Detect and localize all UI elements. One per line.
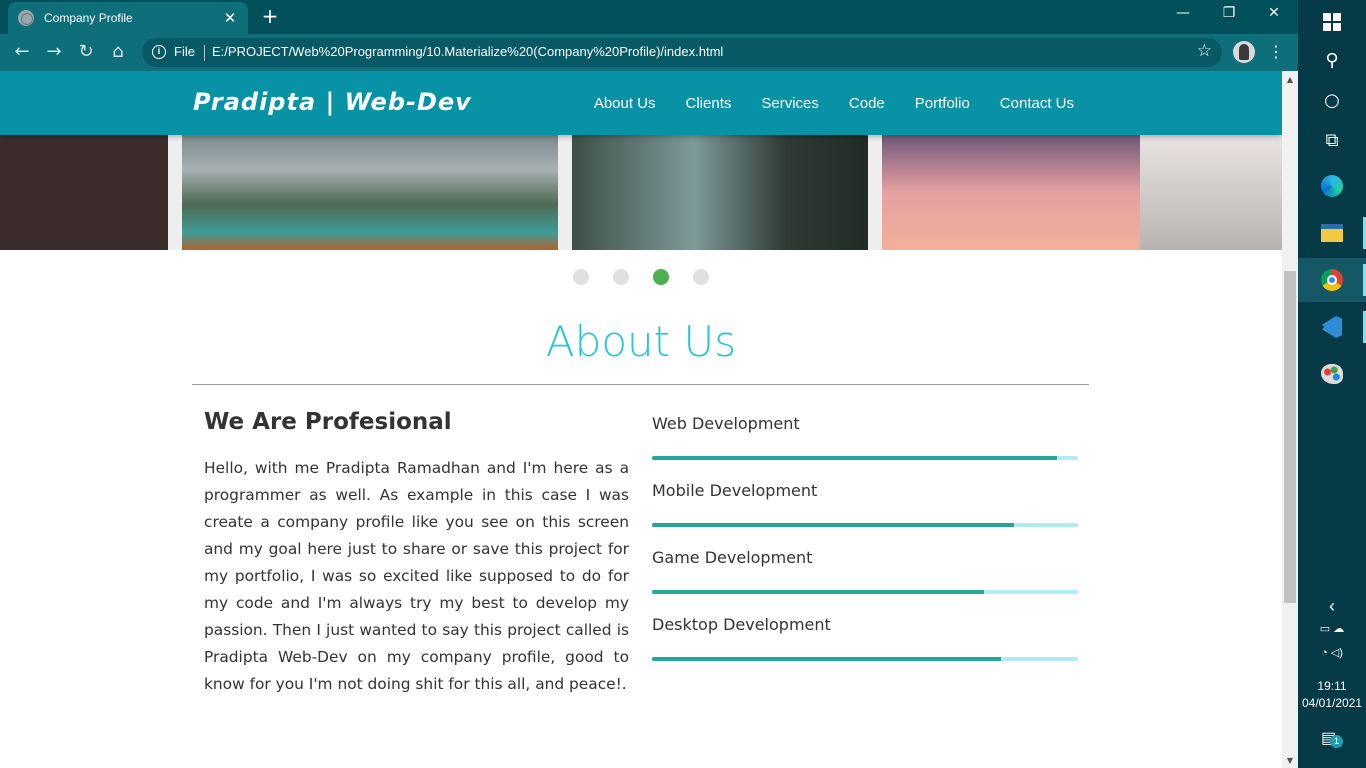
file-explorer-icon[interactable] <box>1298 211 1366 255</box>
reload-button[interactable]: ↻ <box>74 41 98 65</box>
skill-progress-track <box>652 657 1078 661</box>
skill-item: Mobile Development <box>652 481 1078 548</box>
notification-count-badge: 1 <box>1330 735 1344 748</box>
windows-taskbar: ⚲ ○ ⧉ ‹ ▭ ☁ ◔ ◁) 19:11 04/01/2021 ▤1 <box>1298 0 1366 768</box>
site-info-icon[interactable]: i <box>152 45 166 59</box>
tray-chevron-icon[interactable]: ‹ <box>1298 596 1366 617</box>
about-paragraph: Hello, with me Pradipta Ramadhan and I'm… <box>204 459 629 693</box>
profile-avatar[interactable] <box>1233 41 1255 63</box>
forward-button[interactable]: → <box>42 41 66 65</box>
nav-link-contact-us[interactable]: Contact Us <box>1000 95 1074 112</box>
nav-link-services[interactable]: Services <box>761 95 819 112</box>
nav-link-code[interactable]: Code <box>849 95 885 112</box>
home-button[interactable]: ⌂ <box>106 41 130 65</box>
skills-column: Web Development Mobile Development Game … <box>652 414 1078 682</box>
light-photo-edge <box>1140 135 1282 250</box>
skill-item: Desktop Development <box>652 615 1078 682</box>
nav-link-portfolio[interactable]: Portfolio <box>915 95 970 112</box>
task-view-icon[interactable]: ⧉ <box>1298 118 1366 162</box>
clock-date[interactable]: 04/01/2021 <box>1298 696 1366 710</box>
carousel-dot[interactable] <box>653 269 669 285</box>
globe-icon <box>18 10 34 26</box>
vscode-icon[interactable] <box>1298 305 1366 349</box>
nav-link-clients[interactable]: Clients <box>686 95 732 112</box>
chrome-icon[interactable] <box>1298 258 1366 302</box>
close-tab-icon[interactable]: ✕ <box>222 9 238 27</box>
url-text[interactable]: E:/PROJECT/Web%20Programming/10.Material… <box>212 44 723 59</box>
sunset-photo <box>868 135 1168 250</box>
address-bar[interactable]: i File E:/PROJECT/Web%20Programming/10.M… <box>142 38 1222 67</box>
carousel-dot[interactable] <box>693 269 709 285</box>
browser-tab-active[interactable]: Company Profile ✕ <box>8 2 248 34</box>
edge-icon[interactable] <box>1298 164 1366 208</box>
restore-button[interactable]: ❐ <box>1214 5 1244 21</box>
forest-waterfall-photo <box>558 135 878 250</box>
skill-progress-fill <box>652 456 1057 460</box>
scroll-up-arrow-icon[interactable]: ▲ <box>1282 75 1298 84</box>
clock-time[interactable]: 19:11 <box>1298 679 1366 693</box>
skill-progress-track <box>652 523 1078 527</box>
notification-center-icon[interactable]: ▤1 <box>1298 728 1366 748</box>
about-text-column: We Are Profesional Hello, with me Pradip… <box>204 409 629 698</box>
skill-label: Desktop Development <box>652 615 831 634</box>
scroll-down-arrow-icon[interactable]: ▼ <box>1282 756 1298 765</box>
about-subtitle: We Are Profesional <box>204 409 452 435</box>
carousel-indicators <box>0 269 1282 285</box>
hero-slider-image[interactable] <box>0 135 1282 250</box>
lake-mountain-photo <box>168 135 568 250</box>
new-tab-button[interactable]: + <box>260 5 280 27</box>
site-navbar: Pradipta | Web-Dev About Us Clients Serv… <box>0 71 1282 135</box>
skill-label: Mobile Development <box>652 481 818 500</box>
page-title: About Us <box>545 317 737 366</box>
back-button[interactable]: ← <box>10 41 34 65</box>
nav-link-about-us[interactable]: About Us <box>594 95 656 112</box>
close-window-button[interactable]: ✕ <box>1259 5 1289 21</box>
paint-icon[interactable] <box>1298 352 1366 396</box>
skill-progress-fill <box>652 590 985 594</box>
carousel-dot[interactable] <box>613 269 629 285</box>
browser-tab-strip: Company Profile ✕ + — ❐ ✕ <box>0 0 1298 34</box>
brand-logo[interactable]: Pradipta | Web-Dev <box>193 88 472 116</box>
skill-progress-track <box>652 590 1078 594</box>
browser-toolbar: ← → ↻ ⌂ i File E:/PROJECT/Web%20Programm… <box>0 34 1298 71</box>
minimize-button[interactable]: — <box>1168 5 1198 21</box>
battery-onedrive-icons[interactable]: ▭ ☁ <box>1298 622 1366 635</box>
search-icon[interactable]: ⚲ <box>1298 38 1366 82</box>
url-scheme-label: File <box>174 44 195 59</box>
skill-progress-fill <box>652 657 1002 661</box>
carousel-dot[interactable] <box>573 269 589 285</box>
skill-label: Game Development <box>652 548 813 567</box>
network-volume-icons[interactable]: ◔ ◁) <box>1298 646 1366 659</box>
skill-progress-track <box>652 456 1078 460</box>
page-viewport: Pradipta | Web-Dev About Us Clients Serv… <box>0 71 1282 768</box>
skill-progress-fill <box>652 523 1015 527</box>
browser-menu-icon[interactable]: ⋮ <box>1268 42 1284 62</box>
skill-item: Game Development <box>652 548 1078 615</box>
nav-links: About Us Clients Services Code Portfolio… <box>564 71 1074 135</box>
url-separator <box>204 45 205 61</box>
bookmark-star-icon[interactable]: ☆ <box>1197 41 1212 61</box>
skill-label: Web Development <box>652 414 800 433</box>
tab-title: Company Profile <box>44 11 133 25</box>
scroll-thumb[interactable] <box>1284 271 1296 603</box>
section-divider <box>192 384 1089 385</box>
skill-item: Web Development <box>652 414 1078 481</box>
page-scrollbar[interactable]: ▲ ▼ <box>1282 71 1298 768</box>
cortana-icon[interactable]: ○ <box>1298 78 1366 122</box>
